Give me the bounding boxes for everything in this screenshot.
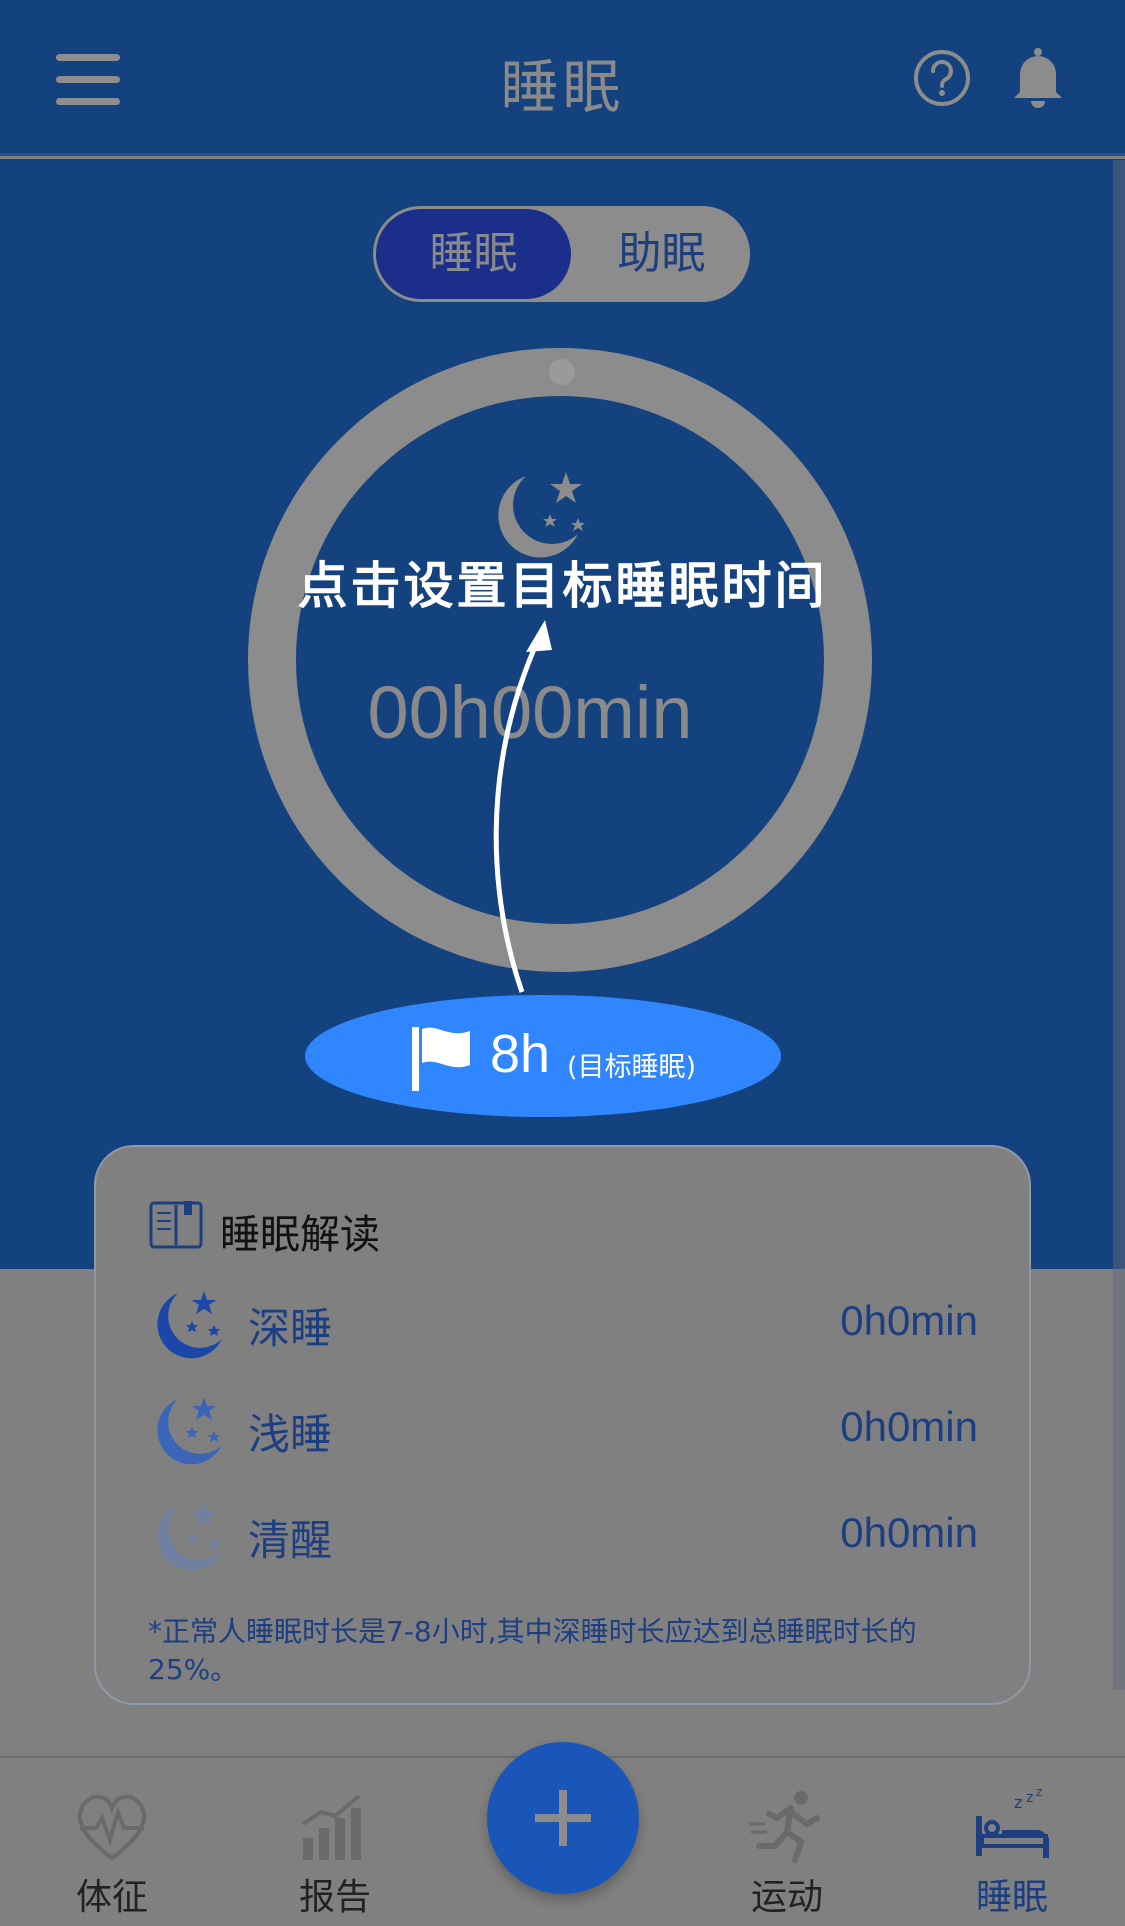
plus-icon (535, 1790, 591, 1846)
flag-icon (412, 1027, 470, 1091)
deep-sleep-icon (157, 1291, 222, 1359)
mode-switch[interactable]: 睡眠 助眠 (373, 206, 750, 302)
goal-hours: 8h (490, 1024, 551, 1084)
tab-label: 报告 (298, 1877, 371, 1918)
help-icon[interactable] (912, 48, 972, 108)
sleep-goal-button[interactable]: 8h (目标睡眠) (305, 995, 781, 1117)
tab-label: 睡眠 (975, 1877, 1048, 1918)
list-item: 深睡 0h0min (148, 1287, 978, 1367)
sleep-type-label: 浅睡 (248, 1410, 333, 1459)
svg-text:z: z (1026, 1790, 1033, 1806)
svg-text:z: z (1036, 1788, 1042, 1799)
goal-label: (目标睡眠) (567, 1052, 697, 1083)
guide-arrow-icon (493, 620, 552, 993)
svg-text:z: z (1014, 1793, 1022, 1812)
sleep-note: *正常人睡眠时长是7-8小时,其中深睡时长应达到总睡眠时长的25%。 (148, 1615, 917, 1686)
bell-icon[interactable] (1010, 46, 1066, 108)
top-bar: 睡眠 (0, 0, 1125, 156)
awake-icon (157, 1503, 222, 1571)
tab-sleep[interactable]: 睡眠 (376, 209, 571, 299)
sleep-analysis-card: 睡眠解读 深睡 0h0min 浅睡 0h0min 清醒 0h0min *正常人睡… (94, 1145, 1031, 1705)
tab-sleep-nav[interactable]: z z z 睡眠 (932, 1758, 1092, 1926)
tab-report[interactable]: 报告 (255, 1758, 415, 1926)
list-item: 清醒 0h0min (148, 1499, 978, 1579)
list-item: 浅睡 0h0min (148, 1393, 978, 1473)
bar-chart-icon (301, 1794, 361, 1860)
scrollbar[interactable] (1113, 160, 1125, 1690)
add-button[interactable] (487, 1742, 639, 1894)
tab-label: 体征 (75, 1877, 148, 1918)
tab-sleep-aid[interactable]: 助眠 (573, 206, 750, 302)
sleep-type-value: 0h0min (840, 1297, 978, 1344)
light-sleep-icon (157, 1397, 222, 1465)
sleep-type-value: 0h0min (840, 1403, 978, 1450)
sleep-type-label: 深睡 (248, 1304, 333, 1353)
bed-sleep-icon: z z z (976, 1788, 1049, 1858)
runner-icon (749, 1791, 820, 1863)
book-icon (149, 1201, 203, 1249)
card-title: 睡眠解读 (220, 1212, 380, 1258)
sleep-type-label: 清醒 (248, 1516, 333, 1565)
tab-exercise[interactable]: 运动 (707, 1758, 867, 1926)
tab-label: 运动 (750, 1877, 823, 1918)
sleep-type-value: 0h0min (840, 1509, 978, 1556)
heart-pulse-icon (78, 1794, 146, 1861)
tab-vitals[interactable]: 体征 (32, 1758, 192, 1926)
